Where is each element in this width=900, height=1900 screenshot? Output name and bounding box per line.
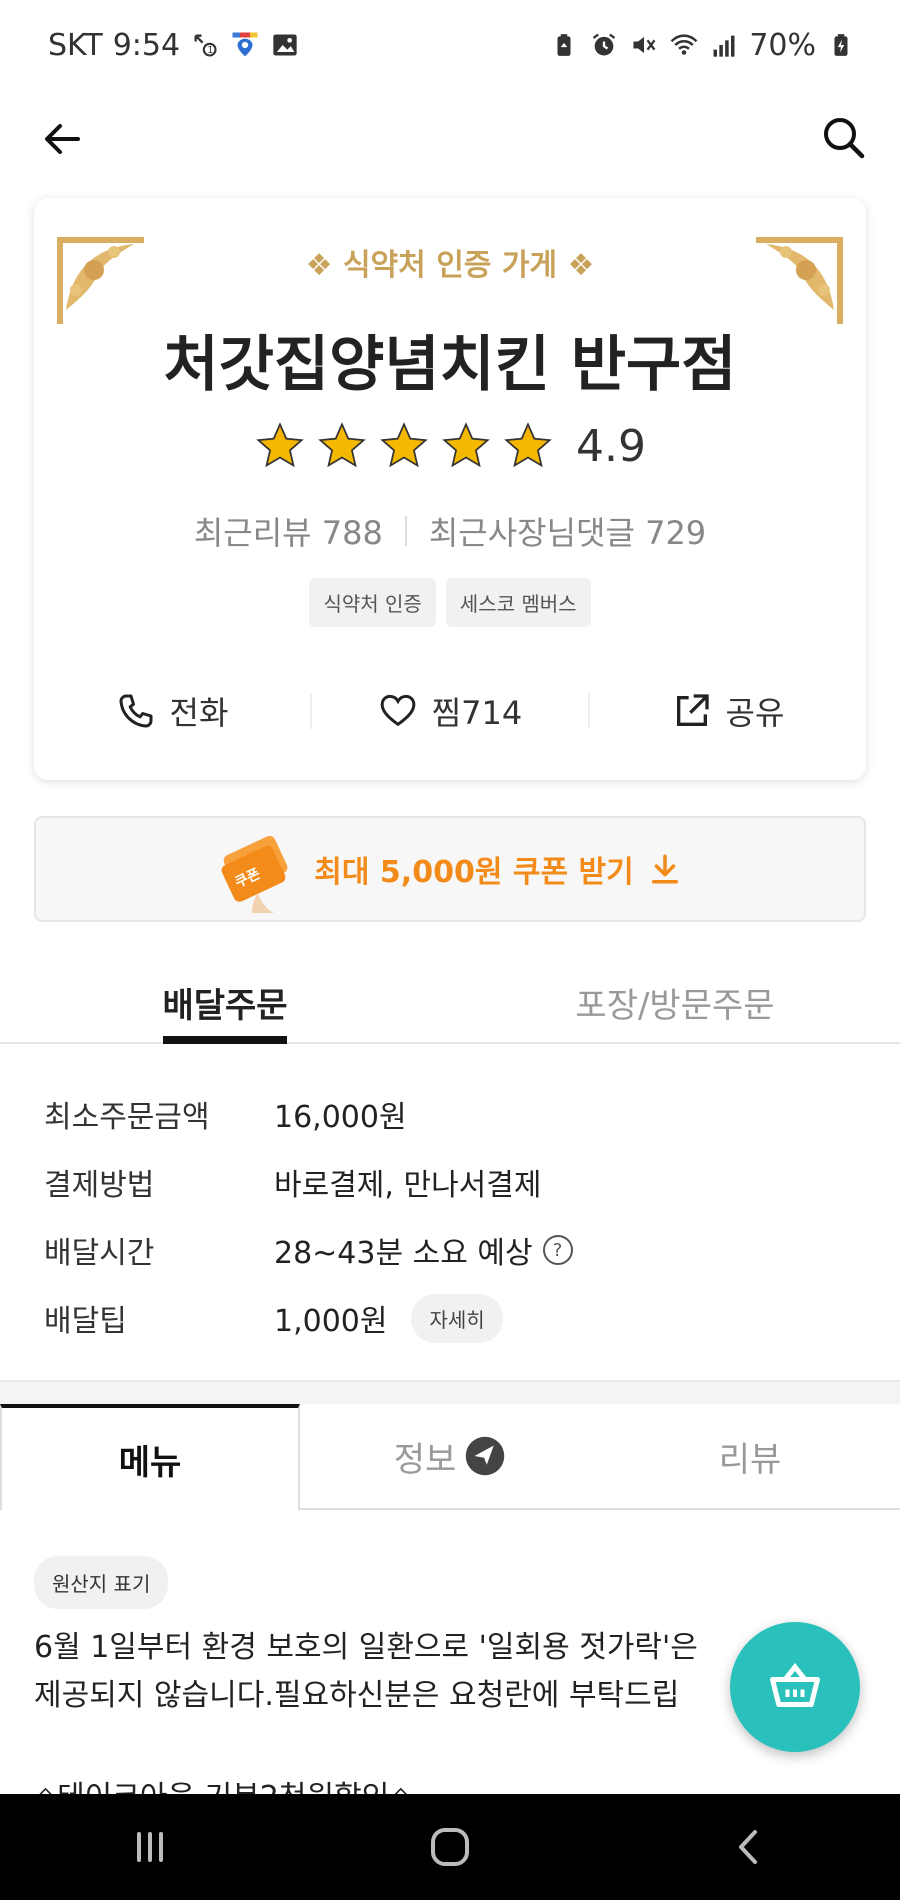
tab-menu[interactable]: 메뉴 — [0, 1404, 300, 1510]
star-icon — [256, 422, 304, 468]
rating-value: 4.9 — [576, 420, 646, 472]
heart-icon — [380, 694, 416, 727]
recent-reviews-link[interactable]: 최근리뷰 788 — [194, 508, 383, 554]
wifi-icon — [669, 30, 699, 60]
store-name: 처갓집양념치킨 반구점 — [163, 330, 737, 400]
info-row: 최소주문금액 16,000원 — [44, 1080, 864, 1148]
share-icon — [676, 694, 709, 726]
store-actions: 전화 찜714 공유 — [34, 676, 866, 746]
payment-value: 바로결제, 만나서결제 — [274, 1168, 542, 1203]
tab-menu-label: 메뉴 — [118, 1442, 182, 1483]
phone-icon — [119, 694, 153, 728]
tab-info-label: 정보 — [393, 1439, 457, 1480]
mute-icon — [629, 30, 659, 60]
tab-review[interactable]: 리뷰 — [600, 1404, 900, 1510]
owner-replies-link[interactable]: 최근사장님댓글 729 — [429, 508, 706, 554]
store-card: ❖ 식약처 인증 가게 ❖ 처갓집양념치킨 반구점 4.9 최근리뷰 788 최… — [34, 198, 866, 780]
navigation-arrow-icon — [466, 1436, 505, 1476]
top-bar — [0, 90, 900, 190]
min-order-value: 16,000원 — [274, 1100, 407, 1135]
divider — [404, 516, 407, 546]
review-stats: 최근리뷰 788 최근사장님댓글 729 — [34, 508, 866, 554]
coupon-text: 최대 5,000원 쿠폰 받기 — [314, 855, 634, 890]
download-icon — [651, 854, 678, 884]
star-icon — [504, 422, 552, 468]
star-icon — [380, 422, 428, 468]
call-label: 전화 — [169, 694, 229, 732]
tab-review-label: 리뷰 — [718, 1439, 782, 1480]
missed-call-icon: 1 — [190, 30, 220, 60]
leaf-right-icon: ❖ — [557, 248, 595, 283]
image-icon — [270, 30, 300, 60]
basket-icon — [770, 1662, 820, 1707]
order-type-tabs: 배달주문 포장/방문주문 — [0, 960, 900, 1044]
delivery-time-group: 28~43분 소요 예상 ? — [274, 1228, 573, 1272]
cesco-badge: 세스코 멤버스 — [445, 578, 591, 627]
rating-row: 4.9 — [34, 420, 866, 472]
system-nav-bar — [0, 1794, 900, 1900]
coupon-ticket-icon: 쿠폰 — [221, 835, 288, 913]
certification-title: ❖ 식약처 인증 가게 ❖ — [34, 240, 866, 284]
cart-button[interactable] — [730, 1622, 860, 1752]
status-bar-left: SKT 9:54 1 — [48, 28, 300, 63]
alarm-icon — [589, 30, 619, 60]
star-icon — [442, 422, 490, 468]
min-order-label: 최소주문금액 — [44, 1100, 210, 1135]
promo-line: ◇테이크아웃 기본2천원할인◇ — [34, 1772, 412, 1794]
clock: 9:54 — [112, 27, 181, 63]
like-label: 찜714 — [431, 694, 523, 732]
menu-tabs: 메뉴 정보 리뷰 — [0, 1404, 900, 1510]
share-label: 공유 — [725, 694, 785, 732]
home-icon[interactable] — [425, 1822, 475, 1872]
signal-icon — [709, 30, 739, 60]
recent-apps-icon[interactable] — [125, 1822, 175, 1872]
delivery-time-label: 배달시간 — [44, 1236, 155, 1271]
arrow-left-icon[interactable] — [38, 114, 88, 164]
search-icon[interactable] — [818, 112, 870, 164]
badge-row: 식약처 인증 세스코 멤버스 — [34, 578, 866, 627]
cert-badge: 식약처 인증 — [309, 578, 436, 627]
info-row: 결제방법 바로결제, 만나서결제 — [44, 1148, 864, 1216]
delivery-tip-value: 1,000원 — [274, 1304, 388, 1339]
coupon-banner[interactable]: 쿠폰 최대 5,000원 쿠폰 받기 — [34, 816, 866, 922]
tab-info[interactable]: 정보 — [300, 1404, 600, 1510]
info-row: 배달팁 1,000원 자세히 — [44, 1284, 864, 1352]
delivery-time-value: 28~43분 소요 예상 — [274, 1236, 533, 1271]
status-bar-right: 70% — [549, 28, 856, 63]
svg-text:1: 1 — [207, 45, 213, 56]
carrier-label: SKT — [48, 27, 103, 63]
info-row: 배달시간 28~43분 소요 예상 ? — [44, 1216, 864, 1284]
origin-label-button[interactable]: 원산지 표기 — [34, 1556, 169, 1609]
star-icon — [318, 422, 366, 468]
leaf-left-icon: ❖ — [305, 248, 343, 283]
call-button[interactable]: 전화 — [34, 688, 310, 734]
map-pin-icon — [230, 30, 260, 60]
question-icon[interactable]: ? — [542, 1235, 573, 1265]
tip-detail-button[interactable]: 자세히 — [411, 1293, 503, 1343]
back-nav-icon[interactable] — [725, 1822, 775, 1872]
tab-delivery[interactable]: 배달주문 — [0, 960, 450, 1042]
battery-percent: 70% — [749, 27, 816, 63]
tab-pickup[interactable]: 포장/방문주문 — [450, 960, 900, 1042]
share-button[interactable]: 공유 — [590, 688, 866, 734]
delivery-tip-group: 1,000원 자세히 — [274, 1293, 503, 1343]
like-button[interactable]: 찜714 — [312, 688, 588, 734]
recycle-battery-icon — [549, 30, 579, 60]
section-divider — [0, 1380, 900, 1406]
delivery-tip-label: 배달팁 — [44, 1304, 127, 1339]
cert-title-text: 식약처 인증 가게 — [342, 248, 558, 283]
battery-charging-icon — [826, 30, 856, 60]
payment-label: 결제방법 — [44, 1168, 155, 1203]
delivery-info: 최소주문금액 16,000원 결제방법 바로결제, 만나서결제 배달시간 28~… — [44, 1080, 864, 1352]
status-bar: SKT 9:54 1 70% — [0, 0, 900, 90]
